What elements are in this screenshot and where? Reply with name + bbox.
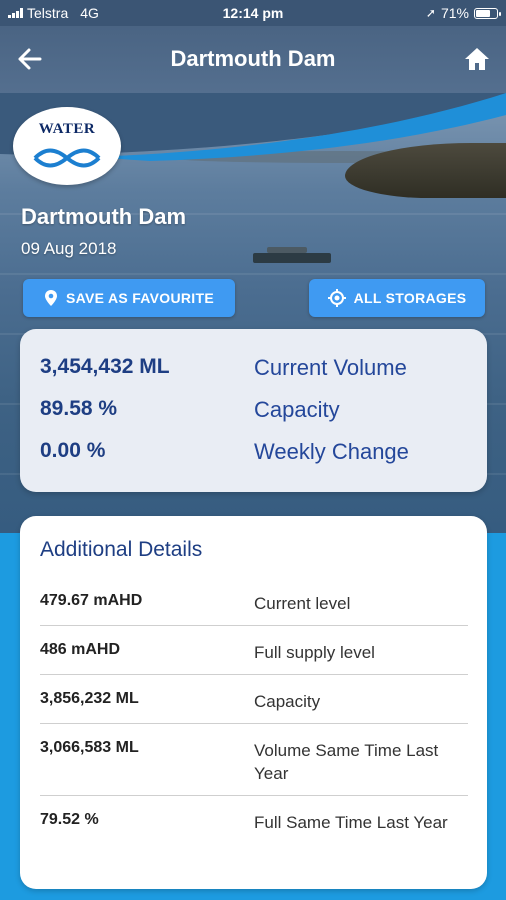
home-button[interactable]	[462, 45, 492, 73]
details-heading: Additional Details	[40, 538, 203, 561]
battery-percent: 71%	[440, 5, 469, 21]
details-value: 3,856,232 ML	[40, 690, 139, 707]
divider	[40, 723, 468, 724]
storage-name: Dartmouth Dam	[21, 204, 187, 229]
summary-card: 3,454,432 ML Current Volume 89.58 % Capa…	[20, 329, 487, 492]
summary-row-volume: 3,454,432 ML Current Volume	[20, 355, 487, 385]
app-bar: Dartmouth Dam	[0, 26, 506, 93]
save-favourite-label: SAVE AS FAVOURITE	[66, 290, 214, 306]
all-storages-button[interactable]: ALL STORAGES	[309, 279, 485, 317]
details-label: Volume Same Time Last Year	[254, 741, 439, 783]
home-icon	[465, 48, 489, 70]
page-title: Dartmouth Dam	[170, 46, 336, 71]
summary-row-capacity: 89.58 % Capacity	[20, 397, 487, 427]
storage-date: 09 Aug 2018	[21, 239, 117, 258]
details-label: Full supply level	[254, 643, 375, 662]
divider	[40, 625, 468, 626]
details-label: Full Same Time Last Year	[254, 813, 448, 832]
details-label: Capacity	[254, 692, 321, 711]
map-pin-icon	[45, 290, 57, 306]
divider	[40, 674, 468, 675]
summary-row-weekly-change: 0.00 % Weekly Change	[20, 439, 487, 469]
details-value: 486 mAHD	[40, 641, 121, 658]
additional-details-card: Additional Details 479.67 mAHD Current l…	[20, 516, 487, 889]
details-value: 3,066,583 ML	[40, 739, 139, 756]
details-value: 79.52 %	[40, 811, 99, 828]
target-icon	[327, 289, 346, 307]
location-icon: ➚	[425, 6, 436, 20]
details-value: 479.67 mAHD	[40, 592, 143, 609]
summary-value: 3,454,432 ML	[40, 355, 170, 378]
all-storages-label: ALL STORAGES	[353, 290, 467, 306]
boat-shape	[253, 247, 331, 263]
water-logo: WATER	[13, 107, 121, 185]
summary-label: Current Volume	[254, 355, 407, 380]
summary-value: 0.00 %	[40, 439, 106, 462]
divider	[40, 795, 468, 796]
details-label: Current level	[254, 594, 351, 613]
save-favourite-button[interactable]: SAVE AS FAVOURITE	[23, 279, 235, 317]
summary-label: Weekly Change	[254, 439, 409, 464]
logo-text: WATER	[38, 121, 96, 137]
summary-label: Capacity	[254, 397, 340, 422]
status-bar: Telstra 4G 12:14 pm ➚ 71%	[0, 0, 506, 26]
summary-value: 89.58 %	[40, 397, 118, 420]
battery-icon	[474, 7, 501, 19]
